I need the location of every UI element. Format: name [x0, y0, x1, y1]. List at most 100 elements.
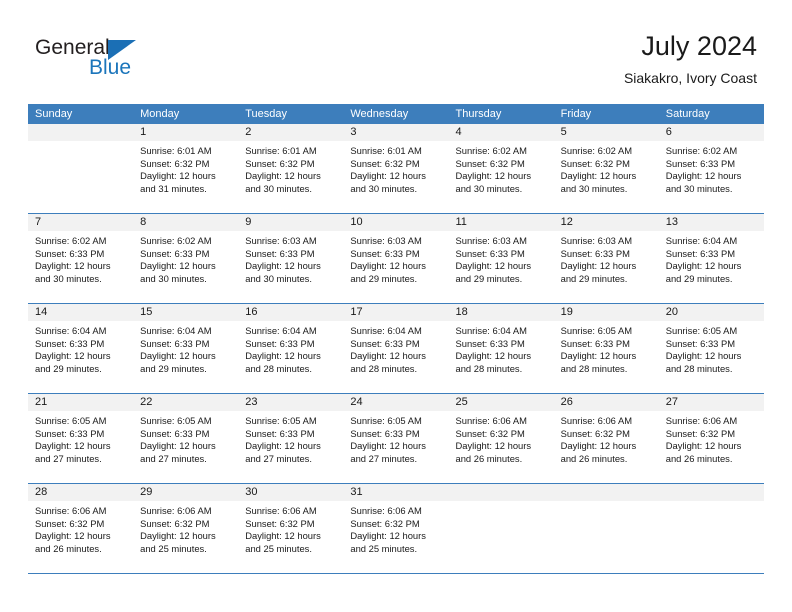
calendar-day-cell[interactable]: 20 Sunrise: 6:05 AM Sunset: 6:33 PM Dayligh…	[658, 304, 764, 393]
calendar-day-cell[interactable]: 27 Sunrise: 6:06 AM Sunset: 6:32 PM Dayligh…	[658, 394, 764, 483]
day-number: 9	[238, 214, 344, 231]
sunrise-text: Sunrise: 6:05 AM	[350, 415, 422, 426]
sunrise-text: Sunrise: 6:02 AM	[560, 145, 633, 156]
day-number: 24	[343, 394, 449, 411]
day-number: 2	[238, 124, 344, 141]
day-number: 19	[553, 304, 659, 321]
sunrise-text: Sunrise: 6:04 AM	[140, 325, 212, 336]
calendar-day-cell[interactable]: 7 Sunrise: 6:02 AM Sunset: 6:33 PM Daylight…	[28, 214, 134, 303]
day-details: Sunrise: 6:02 AM Sunset: 6:32 PM Daylight:…	[449, 141, 554, 195]
page-subtitle: Siakakro, Ivory Coast	[623, 70, 757, 86]
sunrise-text: Sunrise: 6:01 AM	[140, 145, 212, 156]
day-number: 21	[28, 394, 134, 411]
sunset-text: Sunset: 6:32 PM	[245, 517, 315, 529]
sunrise-text: Sunrise: 6:05 AM	[245, 415, 317, 426]
calendar-day-cell[interactable]: 22 Sunrise: 6:05 AM Sunset: 6:33 PM Dayligh…	[133, 394, 239, 483]
sunrise-text: Sunrise: 6:06 AM	[245, 505, 317, 516]
calendar-day-cell[interactable]: 18 Sunrise: 6:04 AM Sunset: 6:33 PM Dayligh…	[448, 304, 554, 393]
calendar-day-cell[interactable]: 4 Sunrise: 6:02 AM Sunset: 6:32 PM Daylight…	[448, 124, 554, 213]
calendar-day-cell-empty	[28, 124, 134, 213]
day-details: Sunrise: 6:06 AM Sunset: 6:32 PM Daylight:…	[28, 501, 133, 555]
day-number: 27	[658, 394, 764, 411]
daylight-text-line2: and 28 minutes.	[455, 362, 523, 374]
day-details: Sunrise: 6:06 AM Sunset: 6:32 PM Daylight:…	[343, 501, 448, 555]
calendar-week-row: 28 Sunrise: 6:06 AM Sunset: 6:32 PM Dayligh…	[28, 484, 764, 574]
daylight-text-line1: Daylight: 12 hours	[140, 530, 216, 542]
day-details	[449, 501, 554, 505]
day-number: 28	[28, 484, 134, 501]
calendar-day-cell[interactable]: 19 Sunrise: 6:05 AM Sunset: 6:33 PM Dayligh…	[553, 304, 659, 393]
day-number: 3	[343, 124, 449, 141]
daylight-text-line2: and 25 minutes.	[350, 542, 418, 554]
day-details: Sunrise: 6:06 AM Sunset: 6:32 PM Daylight:…	[133, 501, 238, 555]
sunrise-text: Sunrise: 6:02 AM	[665, 145, 738, 156]
calendar-day-cell[interactable]: 10 Sunrise: 6:03 AM Sunset: 6:33 PM Dayligh…	[343, 214, 449, 303]
day-number: 6	[658, 124, 764, 141]
calendar-day-cell[interactable]: 9 Sunrise: 6:03 AM Sunset: 6:33 PM Daylight…	[238, 214, 344, 303]
calendar-day-cell[interactable]: 16 Sunrise: 6:04 AM Sunset: 6:33 PM Dayligh…	[238, 304, 344, 393]
daylight-text-line2: and 30 minutes.	[245, 182, 312, 194]
daylight-text-line2: and 29 minutes.	[665, 272, 733, 284]
calendar-day-cell[interactable]: 25 Sunrise: 6:06 AM Sunset: 6:32 PM Dayligh…	[448, 394, 554, 483]
calendar-day-cell[interactable]: 17 Sunrise: 6:04 AM Sunset: 6:33 PM Dayligh…	[343, 304, 449, 393]
daylight-text-line1: Daylight: 12 hours	[560, 440, 637, 452]
calendar-day-cell[interactable]: 24 Sunrise: 6:05 AM Sunset: 6:33 PM Dayligh…	[343, 394, 449, 483]
calendar-day-cell[interactable]: 8 Sunrise: 6:02 AM Sunset: 6:33 PM Daylight…	[133, 214, 239, 303]
sunset-text: Sunset: 6:32 PM	[245, 157, 315, 169]
calendar-day-cell[interactable]: 21 Sunrise: 6:05 AM Sunset: 6:33 PM Dayligh…	[28, 394, 134, 483]
day-number: 18	[448, 304, 554, 321]
day-number: 22	[133, 394, 239, 411]
calendar-day-cell[interactable]: 13 Sunrise: 6:04 AM Sunset: 6:33 PM Dayligh…	[658, 214, 764, 303]
calendar-day-cell[interactable]: 23 Sunrise: 6:05 AM Sunset: 6:33 PM Dayligh…	[238, 394, 344, 483]
daylight-text-line1: Daylight: 12 hours	[350, 530, 426, 542]
sunrise-text: Sunrise: 6:03 AM	[350, 235, 422, 246]
day-number: 7	[28, 214, 134, 231]
sunrise-text: Sunrise: 6:04 AM	[350, 325, 422, 336]
calendar-day-cell[interactable]: 11 Sunrise: 6:03 AM Sunset: 6:33 PM Dayligh…	[448, 214, 554, 303]
day-details	[554, 501, 659, 505]
calendar-grid: Sunday Monday Tuesday Wednesday Thursday…	[28, 104, 764, 574]
sunset-text: Sunset: 6:33 PM	[560, 247, 630, 259]
calendar-day-cell[interactable]: 26 Sunrise: 6:06 AM Sunset: 6:32 PM Dayligh…	[553, 394, 659, 483]
daylight-text-line2: and 26 minutes.	[455, 452, 523, 464]
sunset-text: Sunset: 6:33 PM	[350, 427, 420, 439]
calendar-day-cell[interactable]: 28 Sunrise: 6:06 AM Sunset: 6:32 PM Dayligh…	[28, 484, 134, 573]
daylight-text-line1: Daylight: 12 hours	[35, 350, 111, 362]
day-number	[658, 484, 764, 501]
daylight-text-line1: Daylight: 12 hours	[455, 350, 532, 362]
title-block: July 2024 Siakakro, Ivory Coast	[624, 30, 757, 88]
day-number: 10	[343, 214, 449, 231]
general-blue-logo[interactable]: General Blue	[35, 36, 215, 82]
sunrise-text: Sunrise: 6:06 AM	[560, 415, 633, 426]
calendar-day-cell[interactable]: 2 Sunrise: 6:01 AM Sunset: 6:32 PM Daylight…	[238, 124, 344, 213]
daylight-text-line1: Daylight: 12 hours	[140, 170, 216, 182]
daylight-text-line1: Daylight: 12 hours	[350, 260, 426, 272]
sunset-text: Sunset: 6:33 PM	[140, 247, 210, 259]
daylight-text-line1: Daylight: 12 hours	[665, 260, 742, 272]
day-number: 11	[448, 214, 554, 231]
daylight-text-line1: Daylight: 12 hours	[560, 260, 637, 272]
calendar-day-cell[interactable]: 15 Sunrise: 6:04 AM Sunset: 6:33 PM Dayligh…	[133, 304, 239, 393]
day-details: Sunrise: 6:04 AM Sunset: 6:33 PM Daylight:…	[133, 321, 238, 375]
daylight-text-line1: Daylight: 12 hours	[245, 440, 321, 452]
day-details: Sunrise: 6:04 AM Sunset: 6:33 PM Daylight:…	[28, 321, 133, 375]
weekday-header-monday: Monday	[140, 108, 180, 120]
calendar-day-cell[interactable]: 5 Sunrise: 6:02 AM Sunset: 6:32 PM Daylight…	[553, 124, 659, 213]
calendar-day-cell[interactable]: 6 Sunrise: 6:02 AM Sunset: 6:33 PM Daylight…	[658, 124, 764, 213]
day-details: Sunrise: 6:01 AM Sunset: 6:32 PM Daylight:…	[343, 141, 448, 195]
daylight-text-line1: Daylight: 12 hours	[560, 350, 637, 362]
calendar-day-cell[interactable]: 12 Sunrise: 6:03 AM Sunset: 6:33 PM Dayligh…	[553, 214, 659, 303]
calendar-day-cell[interactable]: 14 Sunrise: 6:04 AM Sunset: 6:33 PM Dayligh…	[28, 304, 134, 393]
daylight-text-line2: and 27 minutes.	[35, 452, 102, 464]
calendar-day-cell[interactable]: 30 Sunrise: 6:06 AM Sunset: 6:32 PM Dayligh…	[238, 484, 344, 573]
sunset-text: Sunset: 6:32 PM	[140, 157, 210, 169]
day-number: 8	[133, 214, 239, 231]
calendar-day-cell[interactable]: 31 Sunrise: 6:06 AM Sunset: 6:32 PM Dayligh…	[343, 484, 449, 573]
calendar-day-cell[interactable]: 1 Sunrise: 6:01 AM Sunset: 6:32 PM Daylight…	[133, 124, 239, 213]
daylight-text-line1: Daylight: 12 hours	[245, 170, 321, 182]
calendar-day-cell[interactable]: 29 Sunrise: 6:06 AM Sunset: 6:32 PM Dayligh…	[133, 484, 239, 573]
daylight-text-line2: and 29 minutes.	[560, 272, 628, 284]
daylight-text-line2: and 28 minutes.	[560, 362, 628, 374]
day-number: 15	[133, 304, 239, 321]
calendar-day-cell[interactable]: 3 Sunrise: 6:01 AM Sunset: 6:32 PM Daylight…	[343, 124, 449, 213]
